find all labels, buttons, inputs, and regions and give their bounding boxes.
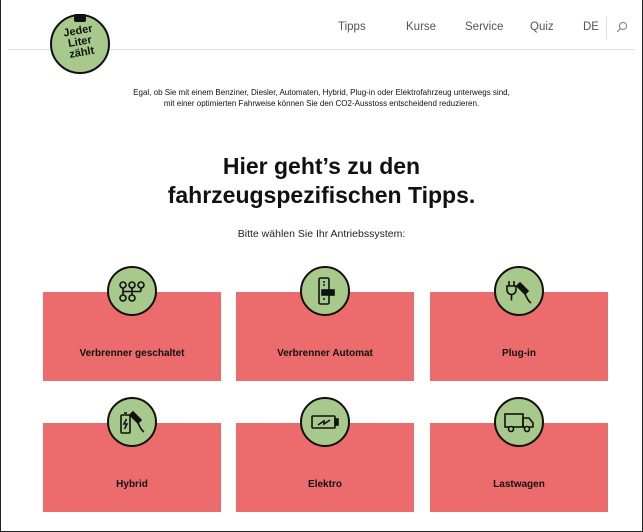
plug-icon — [494, 266, 544, 316]
card-verbrenner-geschaltet[interactable]: Verbrenner geschaltet — [43, 266, 221, 381]
card-label: Verbrenner Automat — [277, 348, 373, 359]
truck-icon — [494, 397, 544, 447]
nav-item-tipps[interactable]: Tipps — [338, 21, 366, 33]
intro-text: Egal, ob Sie mit einem Benziner, Diesler… — [133, 88, 510, 108]
card-label: Plug-in — [502, 348, 536, 359]
card-lastwagen[interactable]: Lastwagen — [430, 397, 608, 512]
card-plug-in[interactable]: Plug-in — [430, 266, 608, 381]
nav-separator — [606, 17, 607, 39]
manual-gearbox-icon — [107, 266, 157, 316]
card-verbrenner-automat[interactable]: Verbrenner Automat — [236, 266, 414, 381]
page-title: Hier geht’s zu den fahrzeugspezifischen … — [100, 152, 543, 210]
card-label: Lastwagen — [493, 479, 545, 490]
card-label: Hybrid — [116, 479, 148, 490]
card-label: Elektro — [308, 479, 342, 490]
nav-item-quiz[interactable]: Quiz — [530, 21, 554, 33]
site-header: Jeder Liter zählt Tipps Kurse Service Qu… — [0, 0, 643, 74]
battery-fuel-icon — [107, 397, 157, 447]
card-hybrid[interactable]: Hybrid — [43, 397, 221, 512]
logo[interactable]: Jeder Liter zählt — [50, 14, 110, 74]
logo-badge-icon — [74, 14, 86, 22]
page-title-line-1: Hier geht’s zu den — [222, 153, 421, 179]
drive-system-prompt: Bitte wählen Sie Ihr Antriebssystem: — [237, 228, 406, 240]
search-icon[interactable] — [616, 21, 628, 33]
electric-battery-icon — [300, 397, 350, 447]
language-switch[interactable]: DE — [583, 21, 599, 33]
card-elektro[interactable]: Elektro — [236, 397, 414, 512]
logo-text: Jeder Liter zählt — [50, 21, 111, 63]
automatic-gear-lever-icon — [300, 266, 350, 316]
nav-item-kurse[interactable]: Kurse — [406, 21, 436, 33]
nav-item-service[interactable]: Service — [465, 21, 503, 33]
page-title-line-2: fahrzeugspezifischen Tipps. — [167, 182, 476, 208]
card-label: Verbrenner geschaltet — [79, 348, 185, 359]
